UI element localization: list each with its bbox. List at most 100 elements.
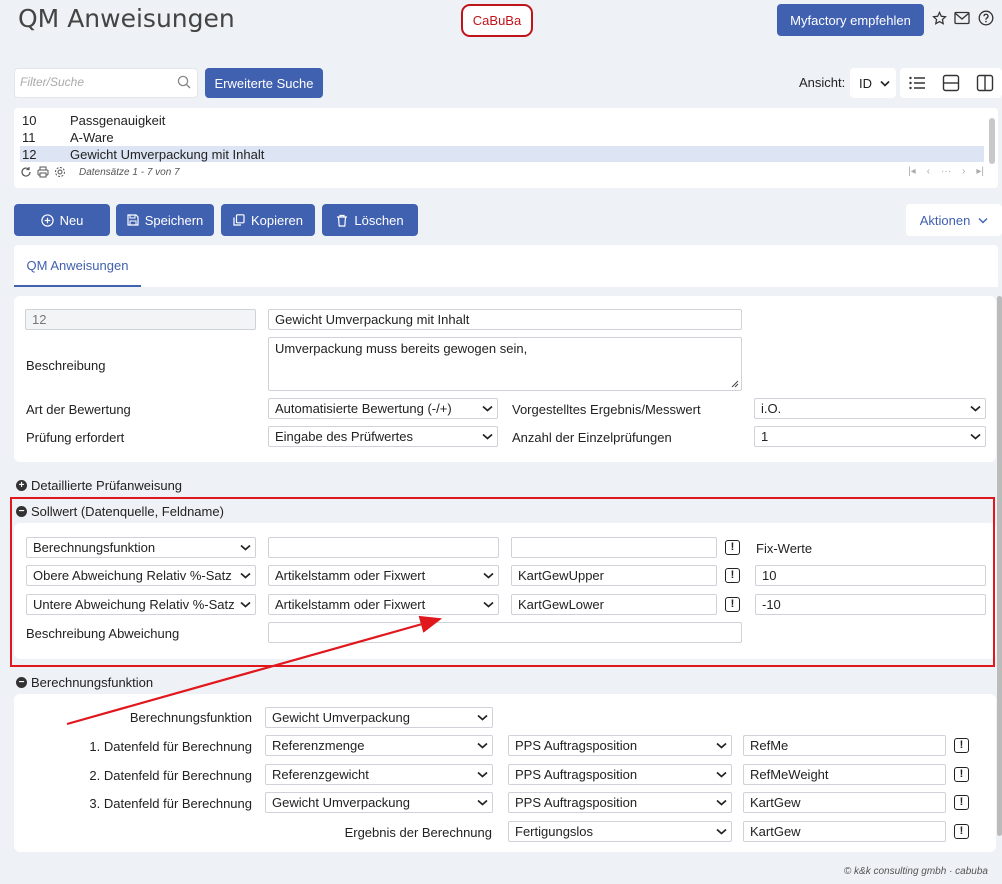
rating-select[interactable]: Automatisierte Bewertung (-/+) [268,398,498,419]
star-icon[interactable] [931,10,947,26]
mail-icon[interactable] [954,10,970,26]
record-list: 10 Passgenauigkeit 11 A-Ware 12 Gewicht … [14,108,998,188]
chevron-down-icon [483,601,494,608]
sollwert-fieldname-field-2[interactable]: KartGewUpper [511,565,717,586]
name-field[interactable]: Gewicht Umverpackung mit Inhalt [268,309,742,330]
calc-field-2-select[interactable]: Referenzgewicht [265,764,493,785]
copy-button[interactable]: Kopieren [221,204,315,236]
list-view-icon[interactable] [908,74,926,92]
main-form: 12 Gewicht Umverpackung mit Inhalt Besch… [14,296,996,462]
search-input[interactable] [20,75,170,89]
page-scrollbar[interactable] [997,296,1002,836]
refresh-icon[interactable] [20,166,32,178]
calc-function-value: Gewicht Umverpackung [272,710,410,725]
list-item-id: 12 [22,146,37,162]
list-item[interactable]: 10 Passgenauigkeit [20,112,984,128]
list-item-id: 10 [22,112,37,128]
calc-field-2-label: 2. Datenfeld für Berechnung [89,768,252,783]
sollwert-source-field-1[interactable] [268,537,499,558]
calc-field-2-name[interactable]: RefMeWeight [743,764,946,785]
save-button[interactable]: Speichern [116,204,214,236]
search-icon[interactable] [177,75,191,92]
sollwert-type-select-1[interactable]: Berechnungsfunktion [26,537,256,558]
deviation-description-label: Beschreibung Abweichung [26,626,180,641]
section-sollwert-toggle[interactable]: − Sollwert (Datenquelle, Feldname) [16,504,224,519]
extended-search-button[interactable]: Erweiterte Suche [205,68,323,98]
prev-page-icon[interactable]: ‹ [927,166,930,177]
view-mode-group [900,68,1002,98]
print-icon[interactable] [37,166,49,178]
id-field[interactable]: 12 [25,309,256,330]
fix-values-label: Fix-Werte [756,541,813,556]
calc-field-3-name[interactable]: KartGew [743,792,946,813]
list-scrollbar[interactable] [989,118,995,164]
list-item-selected[interactable]: 12 Gewicht Umverpackung mit Inhalt [20,146,984,162]
preset-select[interactable]: i.O. [754,398,986,419]
split-horizontal-icon[interactable] [942,74,960,92]
actions-menu-button[interactable]: Aktionen [906,204,1002,236]
sollwert-panel: Berechnungsfunktion ! Fix-Werte Obere Ab… [14,523,996,659]
calc-function-label: Berechnungsfunktion [129,710,252,725]
page-dots[interactable]: ··· [941,166,951,177]
alert-icon[interactable]: ! [725,597,740,612]
next-page-icon[interactable]: › [962,166,965,177]
alert-icon[interactable]: ! [954,738,969,753]
sollwert-type-value: Untere Abweichung Relativ %-Satz [33,597,235,612]
description-textarea[interactable]: Umverpackung muss bereits gewogen sein, [268,337,742,391]
new-button-label: Neu [59,212,84,228]
new-button[interactable]: Neu [14,204,110,236]
calc-field-3-select[interactable]: Gewicht Umverpackung [265,792,493,813]
section-detail-toggle[interactable]: + Detaillierte Prüfanweisung [16,478,182,493]
last-page-icon[interactable]: ▸| [976,166,984,177]
split-vertical-icon[interactable] [976,74,994,92]
calc-result-name[interactable]: KartGew [743,821,946,842]
sollwert-type-select-2[interactable]: Obere Abweichung Relativ %-Satz [26,565,256,586]
list-item[interactable]: 11 A-Ware [20,129,984,145]
calc-field-1-label: 1. Datenfeld für Berechnung [89,739,252,754]
calc-result-source-select[interactable]: Fertigungslos [508,821,732,842]
calc-source-value: PPS Auftragsposition [515,795,638,810]
calc-field-2-source-select[interactable]: PPS Auftragsposition [508,764,732,785]
deviation-description-field[interactable] [268,622,742,643]
alert-icon[interactable]: ! [725,568,740,583]
count-select[interactable]: 1 [754,426,986,447]
trash-icon [337,214,348,227]
calc-field-3-source-select[interactable]: PPS Auftragsposition [508,792,732,813]
sollwert-fieldname-field-1[interactable] [511,537,717,558]
alert-icon[interactable]: ! [954,767,969,782]
calc-field-1-source-select[interactable]: PPS Auftragsposition [508,735,732,756]
calc-field-1-name[interactable]: RefMe [743,735,946,756]
chevron-down-icon [477,799,488,806]
alert-icon[interactable]: ! [725,540,740,555]
sollwert-fix-field-3[interactable]: -10 [755,594,986,615]
delete-button[interactable]: Löschen [322,204,418,236]
alert-icon[interactable]: ! [954,795,969,810]
calc-field-value: Referenzmenge [272,738,365,753]
calc-field-3-label: 3. Datenfeld für Berechnung [89,796,252,811]
chevron-down-icon [970,405,981,412]
tab-qm-anweisungen[interactable]: QM Anweisungen [14,245,141,287]
chevron-down-icon [716,742,727,749]
calc-function-select[interactable]: Gewicht Umverpackung [265,707,493,728]
resize-handle-icon[interactable] [731,380,739,388]
help-icon[interactable] [978,10,994,26]
chevron-down-icon [240,601,251,608]
calc-field-1-select[interactable]: Referenzmenge [265,735,493,756]
count-value: 1 [761,429,769,444]
first-page-icon[interactable]: |◂ [908,166,916,177]
check-select[interactable]: Eingabe des Prüfwertes [268,426,498,447]
alert-icon[interactable]: ! [954,824,969,839]
sollwert-source-select-2[interactable]: Artikelstamm oder Fixwert [268,565,499,586]
view-select[interactable]: ID [850,68,896,98]
sollwert-source-select-3[interactable]: Artikelstamm oder Fixwert [268,594,499,615]
sollwert-fix-field-2[interactable]: 10 [755,565,986,586]
sollwert-type-select-3[interactable]: Untere Abweichung Relativ %-Satz [26,594,256,615]
gear-icon[interactable] [54,166,66,178]
recommend-button[interactable]: Myfactory empfehlen [777,4,924,36]
copyright: © k&k consulting gmbh · cabuba [843,866,988,877]
brand-badge: CaBuBa [461,4,533,37]
section-berechnung-toggle[interactable]: − Berechnungsfunktion [16,675,153,690]
rating-label: Art der Bewertung [26,402,131,417]
view-select-value: ID [859,75,872,91]
sollwert-fieldname-field-3[interactable]: KartGewLower [511,594,717,615]
